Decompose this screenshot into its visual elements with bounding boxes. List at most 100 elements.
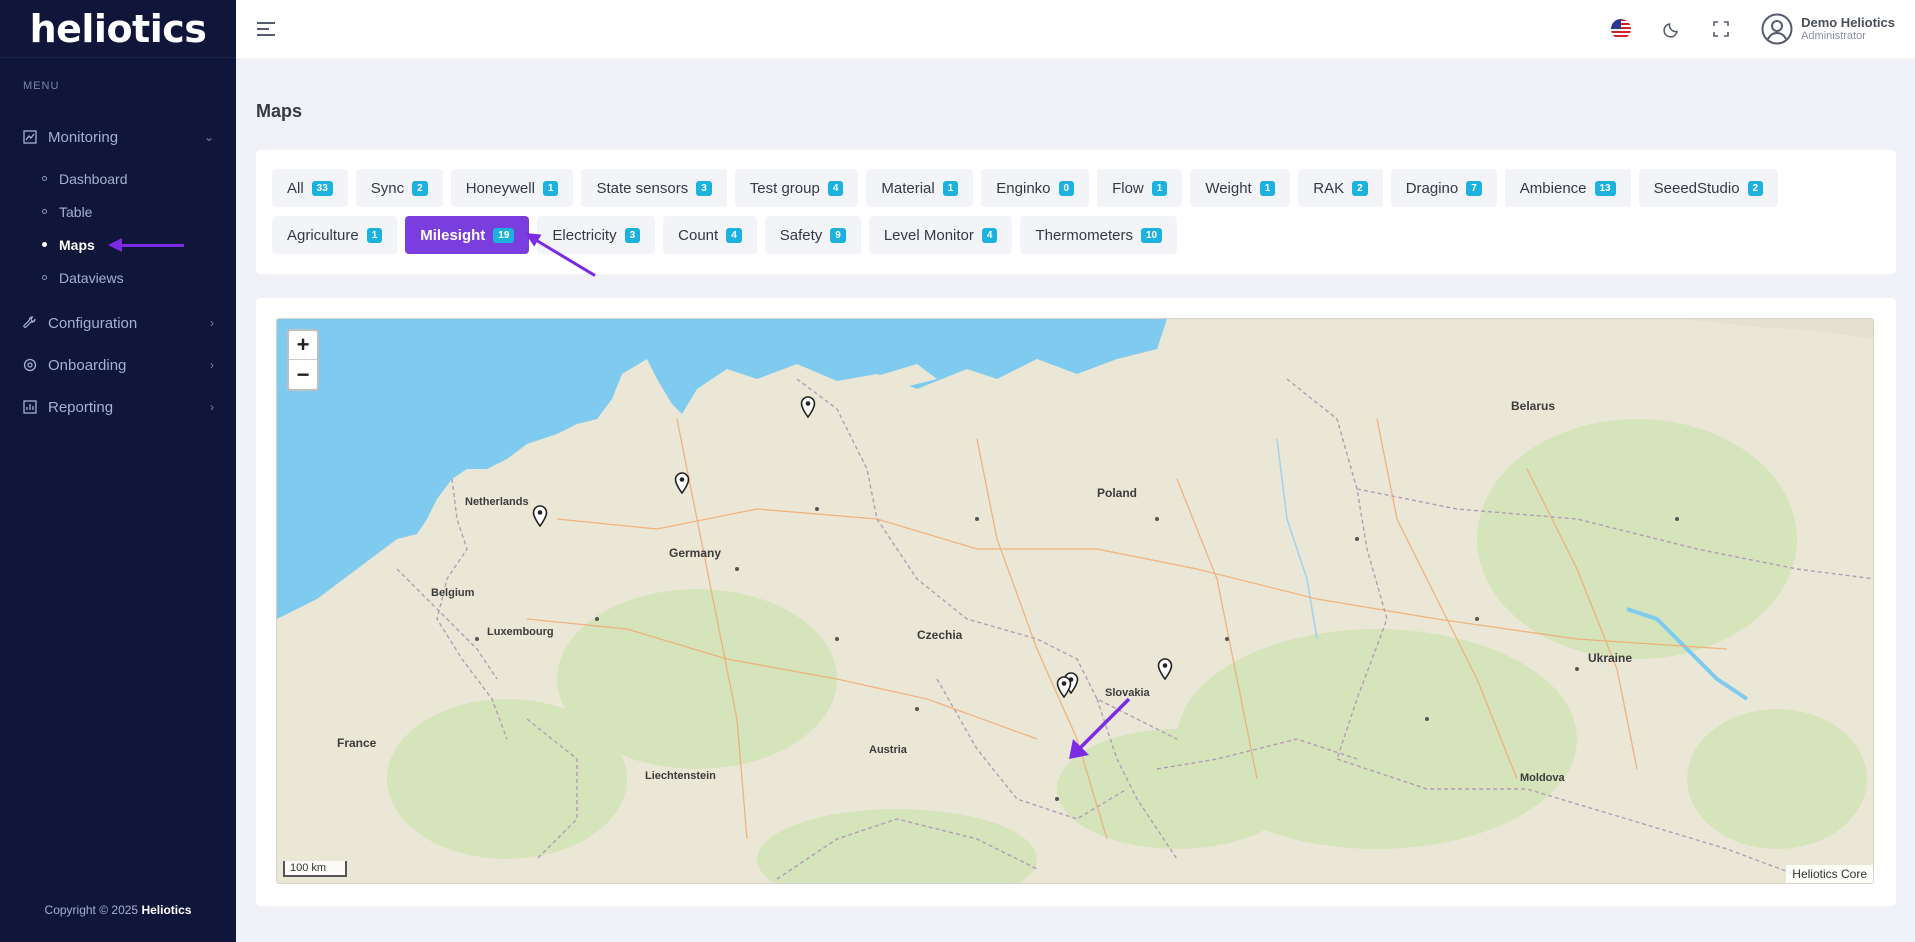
tag-filter-rak[interactable]: RAK 2 xyxy=(1298,169,1383,207)
tag-filter-enginko[interactable]: Enginko 0 xyxy=(981,169,1090,207)
map-label-france: France xyxy=(337,736,377,750)
tag-filter-dragino[interactable]: Dragino 7 xyxy=(1390,169,1497,207)
logo[interactable]: heliotics xyxy=(0,0,236,58)
menu-icon[interactable] xyxy=(257,22,275,36)
tag-label: Count xyxy=(678,226,719,244)
map-marker-icon[interactable] xyxy=(800,396,816,418)
chevron-right-icon: › xyxy=(210,400,214,414)
tag-label: Thermometers xyxy=(1035,226,1133,244)
tag-filter-ambience[interactable]: Ambience 13 xyxy=(1504,169,1631,207)
sidebar-item-label: Maps xyxy=(59,236,95,253)
chevron-down-icon: ⌄ xyxy=(203,130,214,144)
user-name: Demo Heliotics xyxy=(1801,15,1895,30)
tag-filter-level-monitor[interactable]: Level Monitor 4 xyxy=(868,216,1013,254)
tag-count-badge: 13 xyxy=(1594,180,1616,196)
tag-filter-thermometers[interactable]: Thermometers 10 xyxy=(1020,216,1178,254)
bullet-icon xyxy=(42,275,47,280)
rocket-icon xyxy=(22,357,38,373)
copyright-text: Copyright © 2025 xyxy=(44,903,142,917)
nav-reporting[interactable]: Reporting › xyxy=(0,386,236,428)
sidebar-item-dataviews[interactable]: Dataviews xyxy=(0,261,236,294)
zoom-out-button[interactable]: − xyxy=(289,360,317,389)
tag-label: Electricity xyxy=(552,226,617,244)
tag-row: Agriculture 1 Milesight 19 Electricity 3 Count… xyxy=(272,216,1178,254)
map-marker-icon[interactable] xyxy=(1157,658,1173,680)
bullet-icon xyxy=(42,176,47,181)
tag-filter-all[interactable]: All 33 xyxy=(272,169,348,207)
topbar-actions: Demo Heliotics Administrator xyxy=(1611,13,1895,45)
user-menu[interactable]: Demo Heliotics Administrator xyxy=(1761,13,1895,45)
tag-label: SeeedStudio xyxy=(1653,179,1740,197)
tag-count-badge: 4 xyxy=(726,227,742,243)
bullet-icon xyxy=(42,242,47,247)
tag-filter-weight[interactable]: Weight 1 xyxy=(1190,169,1291,207)
map-label-poland: Poland xyxy=(1097,486,1138,500)
map-label-liechtenstein: Liechtenstein xyxy=(645,770,716,782)
map-label-luxembourg: Luxembourg xyxy=(487,626,554,638)
tag-filter-state-sensors[interactable]: State sensors 3 xyxy=(581,169,727,207)
tag-label: Material xyxy=(881,179,935,197)
map-label-germany: Germany xyxy=(669,546,722,560)
map-attribution[interactable]: Heliotics Core xyxy=(1786,865,1873,883)
tag-filter-material[interactable]: Material 1 xyxy=(866,169,974,207)
zoom-in-button[interactable]: + xyxy=(289,331,317,360)
tag-count-badge: 1 xyxy=(942,180,959,196)
tag-label: All xyxy=(287,179,304,197)
sidebar-item-label: Table xyxy=(59,203,93,220)
tag-filter-milesight[interactable]: Milesight 19 xyxy=(405,216,530,254)
sidebar-item-label: Dashboard xyxy=(59,170,128,187)
annotation-arrow xyxy=(1069,697,1131,759)
map-label-ukraine: Ukraine xyxy=(1588,651,1633,665)
tag-filter-electricity[interactable]: Electricity 3 xyxy=(537,216,656,254)
tag-count-badge: 1 xyxy=(366,227,383,243)
sidebar-item-maps[interactable]: Maps xyxy=(0,228,236,261)
map-label-netherlands: Netherlands xyxy=(465,496,529,508)
tag-filter-honeywell[interactable]: Honeywell 1 xyxy=(450,169,574,207)
tag-count-badge: 4 xyxy=(981,227,998,243)
sidebar-item-table[interactable]: Table xyxy=(0,195,236,228)
tag-count-badge: 19 xyxy=(493,227,515,243)
tag-label: Enginko xyxy=(996,179,1051,197)
tag-label: Weight xyxy=(1205,179,1252,197)
tag-count-badge: 1 xyxy=(542,180,559,196)
user-avatar-icon xyxy=(1761,13,1793,45)
map-label-moldova: Moldova xyxy=(1520,772,1565,784)
bullet-icon xyxy=(42,209,47,214)
tag-label: Dragino xyxy=(1405,179,1459,197)
map-label-czechia: Czechia xyxy=(917,628,963,642)
tag-count-badge: 2 xyxy=(412,180,428,196)
tag-filter-count[interactable]: Count 4 xyxy=(663,216,757,254)
map-marker-icon[interactable] xyxy=(674,472,690,494)
map[interactable]: Belarus Poland Netherlands Germany Belgi… xyxy=(276,318,1874,884)
moon-icon[interactable] xyxy=(1663,20,1681,38)
tag-label: Milesight xyxy=(420,226,486,244)
menu-title: MENU xyxy=(23,80,60,92)
us-flag-icon[interactable] xyxy=(1611,19,1632,39)
tag-filter-flow[interactable]: Flow 1 xyxy=(1097,169,1183,207)
tag-count-badge: 1 xyxy=(1151,180,1168,196)
tag-count-badge: 1 xyxy=(1259,180,1276,196)
copyright-brand[interactable]: Heliotics xyxy=(141,903,191,917)
tag-count-badge: 2 xyxy=(1352,180,1368,196)
tag-filter-sync[interactable]: Sync 2 xyxy=(355,169,443,207)
tag-label: Level Monitor xyxy=(883,226,974,244)
chart-line-icon xyxy=(22,129,38,145)
annotation-arrow xyxy=(120,244,184,247)
map-marker-icon[interactable] xyxy=(532,505,548,527)
fullscreen-icon[interactable] xyxy=(1713,21,1729,37)
logo-text: heliotics xyxy=(29,6,207,51)
tag-filter-seeedstudio[interactable]: SeeedStudio 2 xyxy=(1638,169,1779,207)
tag-row: All 33 Sync 2 Honeywell 1 State sensors 3 Test g… xyxy=(272,169,1779,207)
tag-label: Honeywell xyxy=(465,179,535,197)
tag-count-badge: 3 xyxy=(624,227,641,243)
tag-filter-safety[interactable]: Safety 9 xyxy=(764,216,861,254)
nav-onboarding[interactable]: Onboarding › xyxy=(0,344,236,386)
nav-monitoring[interactable]: Monitoring ⌄ xyxy=(0,116,236,158)
tag-filter-card: All 33 Sync 2 Honeywell 1 State sensors 3 Test g… xyxy=(256,150,1896,274)
tag-filter-test-group[interactable]: Test group 4 xyxy=(734,169,859,207)
tag-count-badge: 9 xyxy=(830,227,846,243)
tag-count-badge: 0 xyxy=(1058,180,1075,196)
sidebar-item-dashboard[interactable]: Dashboard xyxy=(0,162,236,195)
tag-filter-agriculture[interactable]: Agriculture 1 xyxy=(272,216,398,254)
nav-configuration[interactable]: Configuration › xyxy=(0,302,236,344)
